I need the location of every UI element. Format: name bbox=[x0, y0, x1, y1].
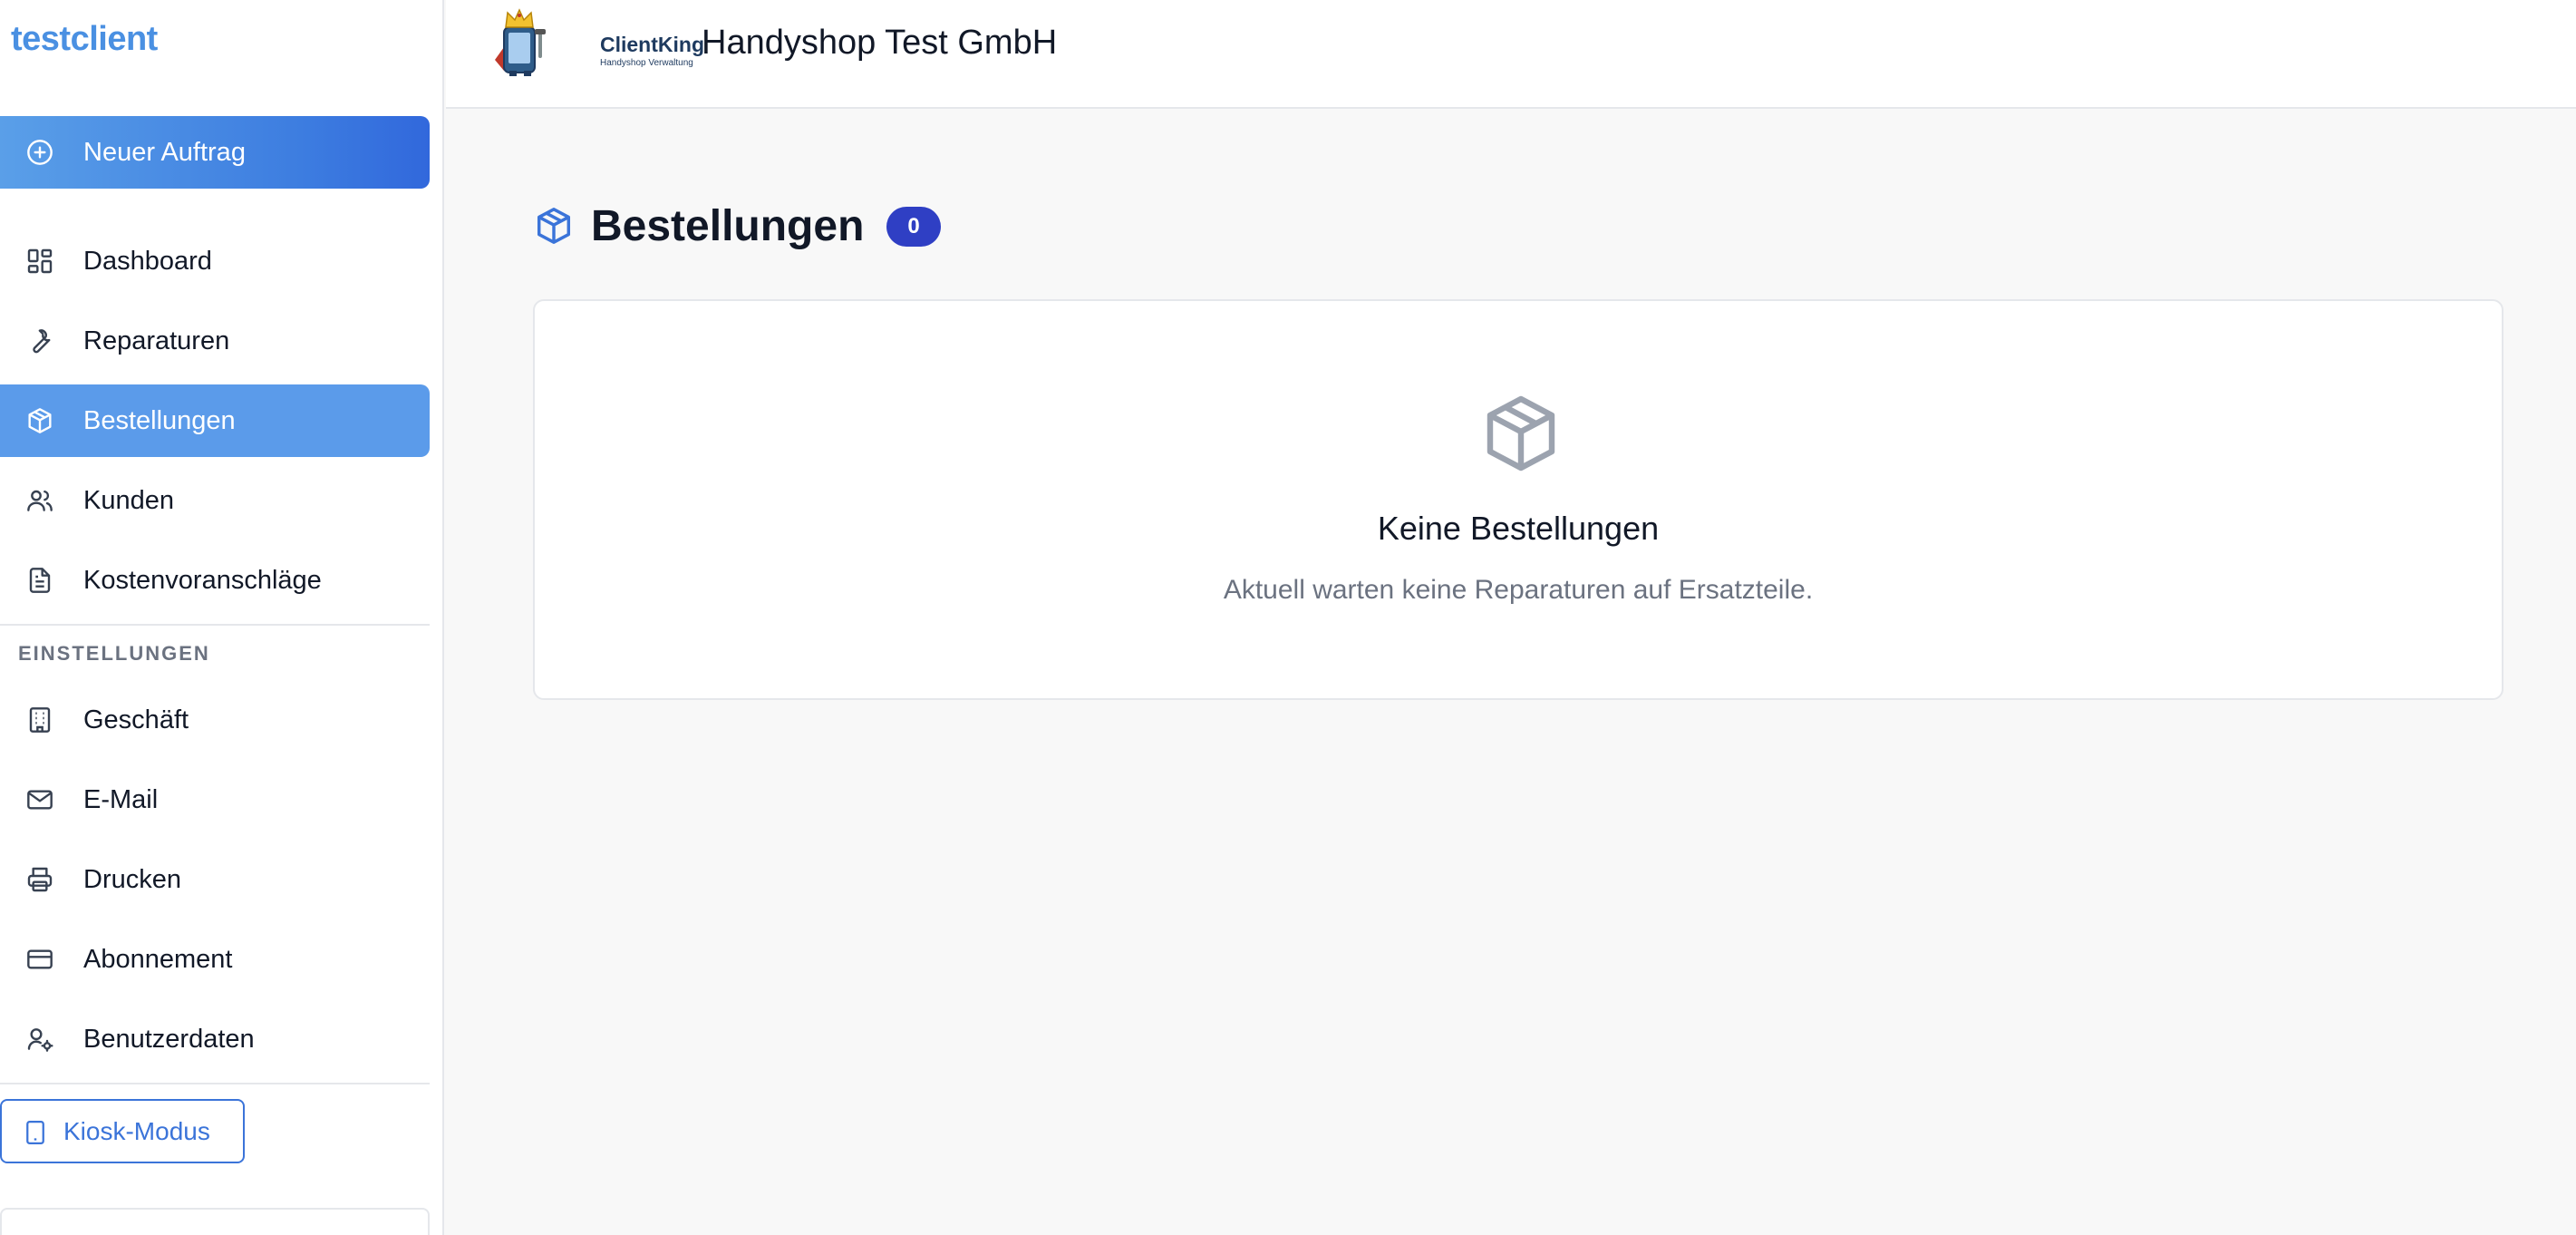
new-order-button[interactable]: Neuer Auftrag bbox=[0, 116, 430, 189]
credit-card-icon bbox=[27, 949, 53, 969]
sidebar-item-label: Bestellungen bbox=[83, 405, 236, 435]
sidebar-divider bbox=[0, 624, 430, 626]
sidebar-item-geschaeft[interactable]: Geschäft bbox=[0, 684, 430, 756]
app: testclient Neuer Auftrag Dashboard Repar… bbox=[0, 0, 2576, 1235]
new-order-label: Neuer Auftrag bbox=[83, 137, 246, 167]
sidebar-item-label: Geschäft bbox=[83, 705, 189, 734]
sidebar-item-email[interactable]: E-Mail bbox=[0, 763, 430, 836]
sidebar-item-drucken[interactable]: Drucken bbox=[0, 843, 430, 916]
sidebar-item-label: E-Mail bbox=[83, 784, 159, 814]
top-header: ClientKing Handyshop Verwaltung Handysho… bbox=[446, 0, 2576, 109]
kiosk-mode-button[interactable]: Kiosk-Modus bbox=[0, 1099, 245, 1163]
sidebar-item-label: Benutzerdaten bbox=[83, 1024, 255, 1054]
sidebar-item-kostenvoranschlaege[interactable]: Kostenvoranschläge bbox=[0, 544, 430, 617]
settings-heading: EINSTELLUNGEN bbox=[18, 642, 210, 665]
box-icon bbox=[28, 408, 52, 433]
company-name: Handyshop Test GmbH bbox=[702, 24, 1058, 62]
sidebar-item-label: Dashboard bbox=[83, 246, 212, 276]
user-settings-icon bbox=[27, 1028, 53, 1052]
sidebar-item-label: Reparaturen bbox=[83, 326, 230, 355]
sidebar-item-abonnement[interactable]: Abonnement bbox=[0, 923, 430, 996]
king-mascot-icon bbox=[495, 8, 546, 76]
logo-subtitle: Handyshop Verwaltung bbox=[600, 58, 693, 68]
sidebar-item-label: Kostenvoranschläge bbox=[83, 565, 322, 595]
document-icon bbox=[29, 568, 51, 593]
building-icon bbox=[29, 707, 51, 733]
sidebar-item-bestellungen[interactable]: Bestellungen bbox=[0, 384, 430, 457]
sidebar-footer-card[interactable] bbox=[0, 1208, 430, 1235]
logo-text: ClientKing Handyshop Verwaltung bbox=[600, 33, 704, 68]
page-title: Bestellungen bbox=[591, 202, 865, 250]
clientking-logo[interactable]: ClientKing Handyshop Verwaltung bbox=[491, 7, 704, 76]
empty-state-title: Keine Bestellungen bbox=[1377, 510, 1660, 547]
sidebar-item-dashboard[interactable]: Dashboard bbox=[0, 225, 430, 297]
users-icon bbox=[27, 490, 53, 511]
box-icon bbox=[537, 208, 571, 244]
brand-name[interactable]: testclient bbox=[11, 20, 158, 59]
empty-state-card: Keine Bestellungen Aktuell warten keine … bbox=[533, 299, 2503, 700]
sidebar-item-kunden[interactable]: Kunden bbox=[0, 464, 430, 537]
sidebar: testclient Neuer Auftrag Dashboard Repar… bbox=[0, 0, 444, 1235]
plus-circle-icon bbox=[27, 140, 53, 165]
sidebar-divider bbox=[0, 1083, 430, 1084]
orders-count-badge: 0 bbox=[886, 207, 941, 247]
logo-name: ClientKing bbox=[600, 33, 704, 56]
box-icon bbox=[1487, 395, 1555, 472]
wrench-icon bbox=[33, 329, 51, 354]
dashboard-icon bbox=[27, 248, 53, 274]
kiosk-mode-label: Kiosk-Modus bbox=[63, 1116, 210, 1145]
empty-state-text: Aktuell warten keine Reparaturen auf Ers… bbox=[1223, 575, 1814, 605]
sidebar-item-benutzerdaten[interactable]: Benutzerdaten bbox=[0, 1003, 430, 1075]
mail-icon bbox=[27, 790, 53, 810]
sidebar-item-label: Abonnement bbox=[83, 944, 233, 974]
printer-icon bbox=[27, 867, 53, 892]
sidebar-item-reparaturen[interactable]: Reparaturen bbox=[0, 305, 430, 377]
sidebar-item-label: Drucken bbox=[83, 864, 181, 894]
tablet-icon bbox=[26, 1121, 44, 1144]
sidebar-item-label: Kunden bbox=[83, 485, 174, 515]
